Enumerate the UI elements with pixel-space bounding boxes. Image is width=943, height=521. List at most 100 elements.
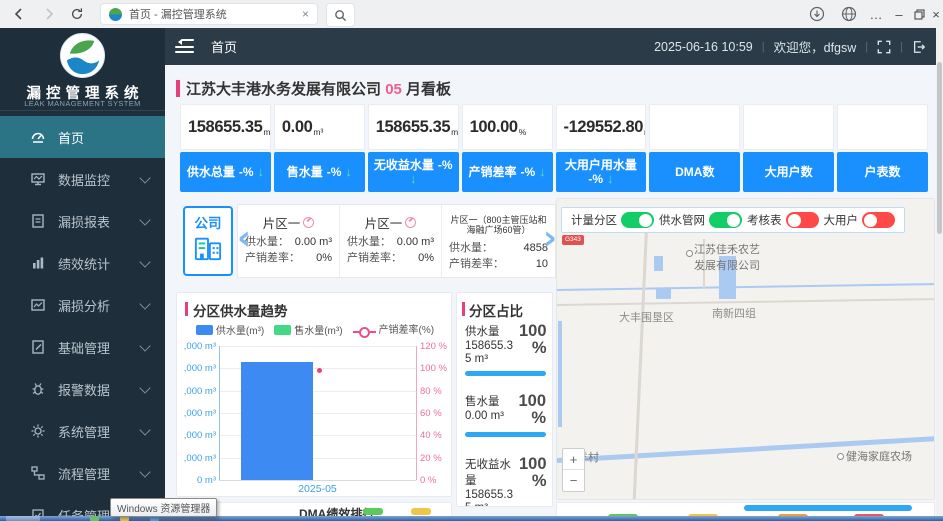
window-minimize[interactable]: – — [889, 0, 909, 28]
proportion-panel: 分区占比 供水量 158655.35 m³ 100 % 售水量 0.00 m³ — [456, 292, 553, 507]
app-subtitle: LEAK MANAGEMENT SYSTEM — [0, 99, 165, 108]
district-card[interactable]: 片区一 供水量：0.00 m³ 产销差率：0% — [340, 205, 442, 277]
map-panel[interactable]: 计量分区 供水管网 考核表 大用户 G343 — [556, 198, 935, 500]
sidebar-item-home[interactable]: 首页 — [0, 116, 165, 158]
toggle-switch-on[interactable] — [621, 212, 654, 228]
tab-close-icon[interactable]: × — [302, 7, 309, 21]
kpi-label-button[interactable]: 户表数 — [837, 152, 928, 192]
download-icon[interactable] — [808, 5, 826, 23]
toggle-switch-off[interactable] — [786, 212, 819, 228]
map-label-farm: 健海家庭农场 — [846, 448, 912, 464]
building-icon — [193, 234, 223, 262]
company-card[interactable]: 公司 — [183, 206, 233, 276]
browser-refresh-icon[interactable] — [68, 5, 86, 23]
legend-rate[interactable]: 产销差率(%) — [353, 321, 435, 338]
page-scrollbar[interactable] — [936, 28, 943, 521]
kpi-label-button[interactable]: 售水量-%↓ — [274, 152, 365, 192]
map-zoom-control: + − — [562, 448, 585, 492]
y-tick-left: ,000 m³ — [177, 363, 216, 374]
y-tick-left: ,000 m³ — [177, 408, 216, 419]
proportion-item-non-revenue: 无收益水量 158655.35 m³ 100 % — [465, 456, 546, 507]
browser-forward-icon[interactable] — [40, 5, 58, 23]
legend-supply[interactable]: 供水量(m³) — [196, 322, 264, 337]
sidebar-item-alarm-data[interactable]: 报警数据 — [0, 368, 165, 410]
browser-menu-dots[interactable]: … — [866, 0, 886, 28]
toggle-switch-on[interactable] — [709, 212, 742, 228]
header-page-tab[interactable]: 首页 — [211, 37, 237, 56]
legend-line-circle — [353, 327, 376, 338]
sidebar-item-base-management[interactable]: 基础管理 — [0, 326, 165, 368]
chevron-down-icon — [139, 466, 150, 477]
board-month: 05 — [385, 81, 402, 98]
x-tick-label: 2025-05 — [219, 483, 416, 495]
map-label-area1: 大丰围垦区 — [619, 309, 674, 325]
browser-tab[interactable]: 首页 - 漏控管理系统 × — [100, 3, 318, 25]
kpi-label-button[interactable]: DMA数 — [649, 152, 740, 192]
sidebar-item-leak-analysis[interactable]: 漏损分析 — [0, 284, 165, 326]
carousel-prev-icon[interactable]: ‹ — [237, 223, 251, 253]
rate-value: 0% — [418, 250, 434, 266]
rate-point — [317, 368, 322, 373]
proportion-value: 0.00 — [465, 410, 487, 422]
y-tick-left: ,000 m³ — [177, 430, 216, 441]
toggle-switch-off[interactable] — [862, 212, 895, 228]
title-accent — [176, 80, 180, 97]
kpi-non-revenue: 158655.35m³ 无收益水量-%↓ — [368, 104, 459, 192]
toggle-label: 考核表 — [747, 212, 782, 228]
map-water — [656, 288, 671, 299]
main-content: 江苏大丰港水务发展有限公司 05 月看板 158655.35m³ 供水总量-%↓… — [165, 65, 936, 521]
board-suffix: 月看板 — [406, 81, 451, 98]
trend-down-arrow: ↓ — [258, 165, 265, 179]
kpi-dma-count: DMA数 — [649, 104, 740, 192]
kpi-label-button[interactable]: 大用户数 — [743, 152, 834, 192]
chevron-down-icon — [139, 340, 150, 351]
district-card[interactable]: 片区一（800主管压站和海融广场60管） 供水量：4858 产销差率：10 — [442, 205, 555, 277]
map-label-company: 江苏佳禾农艺 发展有限公司 — [694, 241, 760, 273]
flow-icon — [30, 465, 46, 481]
district-name: 片区一 — [263, 213, 301, 232]
globe-icon[interactable] — [840, 5, 858, 23]
logout-icon[interactable] — [912, 40, 926, 54]
kpi-value: 100.00% — [462, 104, 553, 150]
kpi-supply-total: 158655.35m³ 供水总量-%↓ — [180, 104, 271, 192]
y-axis-right — [416, 346, 417, 480]
window-close[interactable]: × — [926, 0, 943, 28]
fullscreen-icon[interactable] — [877, 40, 891, 54]
proportion-label: 售水量 — [465, 393, 504, 409]
toggle-label: 计量分区 — [571, 212, 617, 228]
carousel-next-icon[interactable]: › — [543, 223, 557, 253]
district-card[interactable]: 片区一 供水量：0.00 m³ 产销差率：0% — [238, 205, 340, 277]
taskbar-icon[interactable] — [90, 516, 99, 521]
sidebar-item-label: 基础管理 — [58, 338, 110, 357]
sidebar-item-performance-stats[interactable]: 绩效统计 — [0, 242, 165, 284]
kpi-nrw-rate: 100.00% 产销差率-%↓ — [462, 104, 553, 192]
kpi-row: 158655.35m³ 供水总量-%↓ 0.00m³ 售水量-%↓ 158655… — [180, 104, 928, 192]
taskbar-active-app[interactable] — [6, 516, 40, 521]
trend-down-arrow: ↓ — [345, 165, 352, 179]
analysis-icon — [30, 297, 46, 313]
sidebar-item-label: 首页 — [58, 128, 84, 147]
toggle-label: 大用户 — [824, 212, 859, 228]
scrollbar-thumb[interactable] — [937, 62, 942, 234]
chevron-down-icon — [139, 298, 150, 309]
legend-sales[interactable]: 售水量(m³) — [274, 322, 342, 337]
collapse-menu-icon[interactable] — [175, 39, 195, 55]
rate-value: 10 — [536, 256, 548, 272]
zoom-in-button[interactable]: + — [563, 449, 584, 470]
sidebar-item-label: 报警数据 — [58, 380, 110, 399]
proportion-bar — [465, 432, 546, 437]
browser-back-icon[interactable] — [10, 5, 28, 23]
sidebar-item-system-management[interactable]: 系统管理 — [0, 410, 165, 452]
search-button[interactable] — [326, 3, 355, 27]
sidebar: 漏控管理系统 LEAK MANAGEMENT SYSTEM 首页 数据监控 — [0, 28, 165, 521]
zoom-out-button[interactable]: − — [563, 470, 584, 490]
kpi-label-button[interactable]: 产销差率-%↓ — [462, 152, 553, 192]
kpi-label-button[interactable]: 大用户用水量-%↓ — [556, 152, 647, 192]
proportion-unit: m³ — [475, 353, 488, 365]
sidebar-item-process-management[interactable]: 流程管理 — [0, 452, 165, 494]
kpi-label-button[interactable]: 供水总量-%↓ — [180, 152, 271, 192]
sidebar-item-leak-report[interactable]: 漏损报表 — [0, 200, 165, 242]
toggle-pipe-network: 供水管网 — [659, 212, 742, 228]
sidebar-item-data-monitor[interactable]: 数据监控 — [0, 158, 165, 200]
kpi-label-button[interactable]: 无收益水量-%↓ — [368, 152, 459, 192]
